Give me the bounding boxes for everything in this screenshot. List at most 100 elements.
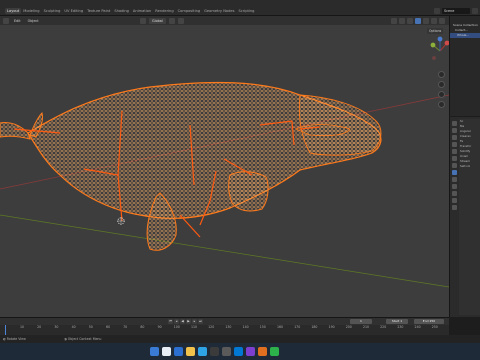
- timeline-tick-label: 90: [157, 325, 162, 329]
- workspace-tab-modeling[interactable]: Modeling: [21, 8, 41, 14]
- viewport-header: Edit Object Global: [0, 16, 449, 25]
- jump-start-icon[interactable]: ⏮: [168, 319, 173, 324]
- editor-type-icon[interactable]: [3, 17, 9, 24]
- start-frame-field[interactable]: Start 1: [386, 319, 408, 324]
- timeline-tick-label: 210: [362, 325, 370, 329]
- timeline-tick-label: 100: [173, 325, 180, 329]
- taskbar-app-icon[interactable]: [222, 347, 231, 356]
- scene-selector[interactable]: Scene: [442, 8, 470, 14]
- taskbar-app-icon[interactable]: [246, 347, 255, 356]
- mode-menu[interactable]: Edit: [12, 18, 23, 24]
- whale-mesh[interactable]: [0, 81, 382, 251]
- rotate-view-text: Rotate View: [6, 336, 26, 341]
- solid-shading-icon[interactable]: [423, 17, 429, 24]
- timeline-tick-label: 200: [345, 325, 352, 329]
- object-tab-icon[interactable]: [451, 163, 457, 168]
- 3d-viewport[interactable]: Options: [0, 25, 449, 317]
- physics-tab-icon[interactable]: [451, 184, 457, 189]
- taskbar-app-icon[interactable]: [234, 347, 243, 356]
- topbar-right: Scene: [434, 8, 478, 14]
- overlay-toggle-icon[interactable]: [407, 17, 413, 24]
- material-tab-icon[interactable]: [451, 205, 457, 210]
- snap-icon[interactable]: [168, 17, 175, 24]
- workspace-tab-compositing[interactable]: Compositing: [176, 8, 203, 14]
- camera-view-icon[interactable]: [438, 91, 445, 98]
- status-bar: ◐ Rotate View ◑ Object Context Menu: [0, 335, 480, 343]
- tool-tab-icon[interactable]: [451, 121, 457, 126]
- playback-controls: ⏮ ◂ ◀ ▶ ▸ ⏭: [168, 319, 203, 324]
- timeline-tick-label: 70: [123, 325, 128, 329]
- world-tab-icon[interactable]: [451, 156, 457, 161]
- next-keyframe-icon[interactable]: ▸: [192, 319, 197, 324]
- workspace-tab-geometry-nodes[interactable]: Geometry Nodes: [202, 8, 236, 14]
- taskbar-app-icon[interactable]: [270, 347, 279, 356]
- taskbar-app-icon[interactable]: [174, 347, 183, 356]
- perspective-toggle-icon[interactable]: [438, 101, 445, 108]
- whale-side-flipper: [228, 171, 269, 212]
- visibility-icon[interactable]: [391, 17, 397, 24]
- timeline-tick-label: 10: [19, 325, 25, 329]
- particles-tab-icon[interactable]: [451, 177, 457, 182]
- gizmo-toggle-icon[interactable]: [399, 17, 405, 24]
- outliner-panel: Scene Collection Collect... Whale...: [449, 16, 480, 116]
- taskbar-app-icon[interactable]: [198, 347, 207, 356]
- pan-hand-icon[interactable]: [438, 81, 445, 88]
- scene-tab-icon[interactable]: [451, 149, 457, 154]
- render-tab-icon[interactable]: [451, 128, 457, 133]
- timeline-tick-label: 220: [380, 325, 387, 329]
- taskbar-app-icon[interactable]: [162, 347, 171, 356]
- wireframe-shading-icon[interactable]: [415, 17, 421, 24]
- view-layer-tab-icon[interactable]: [451, 142, 457, 147]
- prev-keyframe-icon[interactable]: ◂: [174, 319, 179, 324]
- material-shading-icon[interactable]: [431, 17, 437, 24]
- output-tab-icon[interactable]: [451, 135, 457, 140]
- zoom-icon[interactable]: [438, 71, 445, 78]
- modifier-tab-icon[interactable]: [451, 170, 457, 175]
- rendered-shading-icon[interactable]: [439, 17, 445, 24]
- whale-tail: [0, 112, 43, 140]
- context-menu-text: Object Context Menu: [67, 336, 102, 341]
- workspace-tab-scripting[interactable]: Scripting: [236, 8, 256, 14]
- object-menu[interactable]: Object: [26, 18, 41, 24]
- taskbar-app-icon[interactable]: [186, 347, 195, 356]
- play-icon[interactable]: ▶: [186, 319, 191, 324]
- current-frame-field[interactable]: 1: [350, 319, 372, 324]
- timeline-tick-label: 30: [54, 325, 59, 329]
- timeline-tick-label: 60: [105, 325, 111, 329]
- constraints-tab-icon[interactable]: [451, 191, 457, 196]
- workspace-tab-sculpting[interactable]: Sculpting: [42, 8, 63, 14]
- navigation-gizmo: [430, 36, 449, 60]
- timeline-tick-label: 240: [414, 325, 421, 329]
- workspace-tab-uv-editing[interactable]: UV Editing: [62, 8, 85, 14]
- orientation-dropdown[interactable]: Global: [149, 17, 166, 24]
- workspace-tab-shading[interactable]: Shading: [112, 8, 131, 14]
- outliner-item[interactable]: Whale...: [450, 33, 480, 38]
- options-button[interactable]: Options: [427, 28, 444, 34]
- end-label: End: [422, 319, 429, 323]
- timeline-tick-label: 190: [328, 325, 335, 329]
- end-frame-field[interactable]: End 250: [414, 319, 444, 324]
- proportional-edit-icon[interactable]: [177, 17, 184, 24]
- property-row[interactable]: Self-col: [459, 164, 480, 169]
- timeline[interactable]: ⏮ ◂ ◀ ▶ ▸ ⏭ 1 Start 1 End 250 10 20 30 40 50…: [0, 317, 449, 336]
- workspace-tab-texture-paint[interactable]: Texture Paint: [85, 8, 112, 14]
- timeline-tick-label: 250: [431, 325, 438, 329]
- scene-icon[interactable]: [434, 8, 440, 14]
- view-layer-icon[interactable]: [472, 8, 478, 14]
- data-tab-icon[interactable]: [451, 198, 457, 203]
- taskbar-app-icon[interactable]: [258, 347, 267, 356]
- timeline-tick-label: 40: [71, 325, 76, 329]
- status-context: ◑ Object Context Menu: [64, 337, 101, 341]
- play-reverse-icon[interactable]: ◀: [180, 319, 185, 324]
- taskbar-app-icon[interactable]: [210, 347, 219, 356]
- workspace-tabs: Layout Modeling Sculpting UV Editing Texture…: [5, 8, 256, 14]
- taskbar-apps: [150, 347, 279, 356]
- taskbar-app-icon[interactable]: [150, 347, 159, 356]
- workspace-tab-animation[interactable]: Animation: [131, 8, 153, 14]
- workspace-tab-rendering[interactable]: Rendering: [153, 8, 175, 14]
- mouse-right-icon: ◑: [64, 336, 67, 341]
- transform-orientation-icon[interactable]: [140, 17, 146, 24]
- jump-end-icon[interactable]: ⏭: [198, 319, 203, 324]
- timeline-tick-label: 170: [294, 325, 301, 329]
- workspace-tab-layout[interactable]: Layout: [5, 8, 22, 14]
